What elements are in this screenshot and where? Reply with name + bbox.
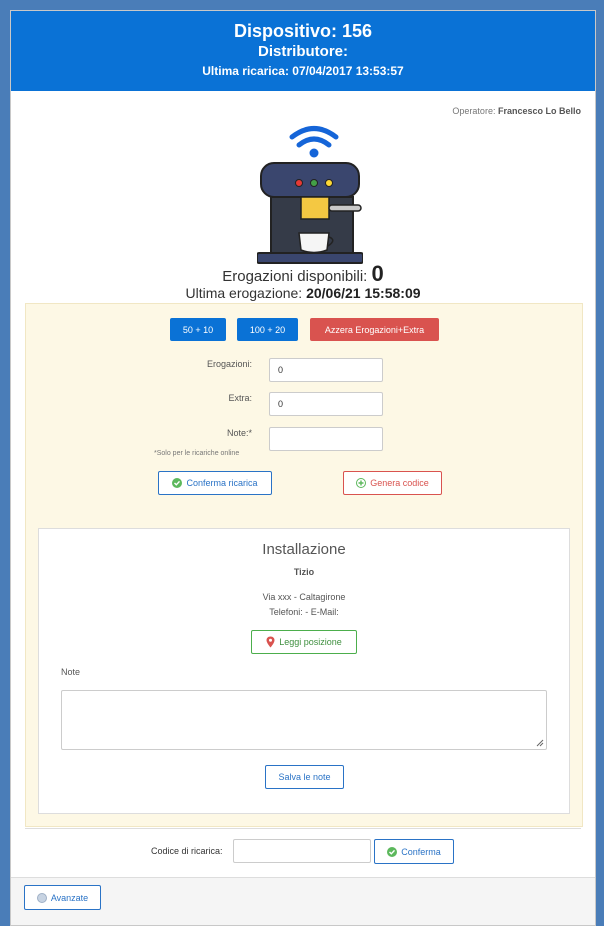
recharge-panel: 50 + 10 100 + 20 Azzera Erogazioni+Extra…	[25, 303, 583, 827]
note-label: Note:*	[226, 428, 252, 438]
plus-circle-icon	[356, 478, 367, 488]
installation-notes-textarea[interactable]	[61, 690, 547, 750]
operator-info: Operatore: Francesco Lo Bello	[452, 106, 581, 116]
operator-name: Francesco Lo Bello	[497, 106, 581, 116]
last-delivery: Ultima erogazione: 20/06/21 15:58:09	[11, 285, 595, 301]
installation-notes-label: Note	[61, 667, 81, 677]
available-label: Erogazioni disponibili:	[222, 268, 368, 285]
map-pin-icon	[266, 636, 275, 648]
generate-code-button[interactable]: Genera codice	[343, 471, 442, 495]
resize-handle-icon[interactable]	[536, 739, 544, 747]
footer: Avanzate	[11, 877, 595, 925]
save-notes-button[interactable]: Salva le note	[265, 765, 344, 789]
device-title: Dispositivo: 156	[233, 21, 373, 41]
extra-input[interactable]: 0	[269, 392, 383, 416]
distributor-label: Distributore:	[258, 43, 348, 60]
gear-circle-icon	[36, 892, 47, 903]
erogazioni-input[interactable]: 0	[269, 358, 383, 382]
note-input[interactable]	[269, 427, 383, 451]
header: Dispositivo: 156 Distributore: Ultima ri…	[11, 11, 595, 91]
installation-address: Via xxx - Caltagirone	[262, 592, 346, 602]
note-hint: *Solo per le ricariche online	[154, 450, 240, 457]
advanced-button[interactable]: Avanzate	[24, 885, 101, 910]
generate-code-label: Genera codice	[370, 478, 429, 488]
check-circle-icon	[172, 478, 183, 488]
reset-deliveries-button[interactable]: Azzera Erogazioni+Extra	[310, 318, 439, 341]
available-value: 0	[371, 261, 384, 286]
advanced-label: Avanzate	[50, 892, 89, 903]
recharge-code-input[interactable]	[233, 839, 371, 863]
confirm-code-button[interactable]: Conferma	[374, 839, 454, 864]
check-circle-icon	[387, 846, 398, 857]
installation-name: Tizio	[293, 567, 315, 577]
coffee-machine-icon	[257, 126, 363, 264]
installation-title: Installazione	[262, 541, 346, 558]
last-recharge: Ultima ricarica: 07/04/2017 13:53:57	[202, 64, 404, 78]
confirm-recharge-label: Conferma ricarica	[186, 478, 258, 488]
installation-panel: Installazione Tizio Via xxx - Caltagiron…	[38, 528, 570, 814]
read-position-label: Leggi posizione	[279, 637, 342, 647]
last-delivery-label: Ultima erogazione:	[185, 285, 303, 301]
wifi-icon	[289, 126, 339, 158]
extra-label: Extra:	[228, 393, 252, 403]
last-delivery-value: 20/06/21 15:58:09	[306, 285, 421, 301]
device-window: Dispositivo: 156 Distributore: Ultima ri…	[10, 10, 596, 926]
installation-contacts: Telefoni: - E-Mail:	[269, 607, 339, 617]
preset-100-20-button[interactable]: 100 + 20	[237, 318, 298, 341]
erogazioni-label: Erogazioni:	[206, 359, 252, 369]
preset-50-10-button[interactable]: 50 + 10	[170, 318, 226, 341]
divider	[25, 828, 581, 829]
delivery-stats: Erogazioni disponibili: 0 Ultima erogazi…	[11, 261, 595, 301]
read-position-button[interactable]: Leggi posizione	[251, 630, 357, 654]
confirm-recharge-button[interactable]: Conferma ricarica	[158, 471, 272, 495]
available-deliveries: Erogazioni disponibili: 0	[11, 261, 595, 287]
confirm-code-label: Conferma	[401, 846, 441, 857]
recharge-code-label: Codice di ricarica:	[151, 846, 223, 856]
operator-label: Operatore:	[452, 106, 496, 116]
